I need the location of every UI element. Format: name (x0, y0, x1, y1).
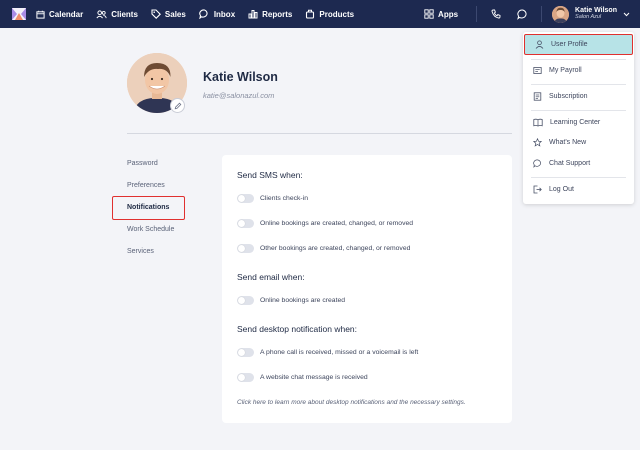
nav-reports-label: Reports (262, 9, 293, 19)
star-icon (533, 137, 542, 147)
menu-item-my-payroll[interactable]: My Payroll (523, 60, 634, 80)
phone-button[interactable] (486, 4, 506, 24)
menu-item-chat-support[interactable]: Chat Support (523, 153, 634, 173)
email-section-title: Send email when: (237, 272, 305, 282)
apps-grid-icon (424, 9, 434, 19)
apps-label: Apps (438, 9, 459, 19)
desktop-section-title: Send desktop notification when: (237, 324, 358, 334)
toggle-label: Online bookings are created, changed, or… (260, 220, 414, 227)
toggle-switch[interactable] (237, 194, 254, 203)
profile-email: katie@salonazul.com (203, 91, 275, 100)
menu-item-subscription[interactable]: Subscription (523, 86, 634, 106)
desktop-notifications-help-link[interactable]: Click here to learn more about desktop n… (237, 399, 466, 406)
phone-icon (491, 9, 501, 19)
logout-icon (533, 185, 542, 193)
sms-toggle-row-other-bookings[interactable]: Other bookings are created, changed, or … (237, 244, 410, 253)
highlight-box-notifications (112, 196, 185, 220)
menu-item-label: User Profile (551, 41, 588, 48)
menu-item-log-out[interactable]: Log Out (523, 179, 634, 199)
chat-button[interactable] (512, 4, 532, 24)
toggle-switch[interactable] (237, 373, 254, 382)
products-icon (306, 9, 315, 19)
menu-item-label: Chat Support (549, 159, 591, 167)
nav-calendar-label: Calendar (49, 9, 84, 19)
notifications-card: Send SMS when: Clients check-in Online b… (222, 155, 512, 423)
sms-toggle-row-check-in[interactable]: Clients check-in (237, 194, 308, 203)
menu-item-learning-center[interactable]: Learning Center (523, 112, 634, 132)
desktop-toggle-row-website-chat[interactable]: A website chat message is received (237, 373, 368, 382)
sms-toggle-row-online-bookings[interactable]: Online bookings are created, changed, or… (237, 219, 413, 228)
inbox-icon (199, 9, 208, 19)
profile-divider (127, 133, 512, 134)
menu-separator (531, 84, 626, 85)
bar-chart-icon (248, 10, 258, 19)
user-menu-toggle[interactable]: Katie Wilson Salon Azul (552, 5, 630, 23)
side-item-preferences[interactable]: Preferences (127, 182, 165, 189)
app-logo-icon[interactable] (12, 8, 26, 20)
nav-products[interactable]: Products (305, 0, 354, 28)
side-item-password[interactable]: Password (127, 160, 158, 167)
toggle-switch[interactable] (237, 244, 254, 253)
toggle-switch[interactable] (237, 219, 254, 228)
nav-inbox-label: Inbox (213, 9, 236, 19)
nav-reports[interactable]: Reports (248, 0, 292, 28)
nav-calendar[interactable]: Calendar (36, 0, 83, 28)
menu-item-whats-new[interactable]: What's New (523, 132, 634, 152)
sms-section-title: Send SMS when: (237, 170, 303, 180)
menu-item-label: Learning Center (550, 118, 601, 126)
toggle-label: Clients check-in (260, 195, 308, 202)
nav-sales[interactable]: Sales (151, 0, 186, 28)
pencil-icon (174, 102, 181, 109)
toggle-switch[interactable] (237, 296, 254, 305)
user-names: Katie Wilson Salon Azul (575, 7, 617, 20)
menu-separator (531, 177, 626, 178)
apps-button[interactable]: Apps (424, 9, 458, 19)
nav-sales-label: Sales (164, 9, 186, 19)
toggle-switch[interactable] (237, 348, 254, 357)
side-item-services[interactable]: Services (127, 248, 154, 255)
avatar (552, 5, 570, 23)
book-icon (533, 118, 543, 126)
nav-clients-label: Clients (111, 9, 138, 19)
edit-avatar-button[interactable] (170, 98, 185, 113)
toggle-label: A phone call is received, missed or a vo… (260, 349, 419, 356)
nav-salon-name: Salon Azul (575, 13, 602, 20)
nav-inbox[interactable]: Inbox (199, 0, 235, 28)
menu-separator (531, 110, 626, 111)
nav-products-label: Products (319, 9, 355, 19)
user-icon (535, 40, 544, 49)
profile-name: Katie Wilson (203, 70, 278, 84)
desktop-toggle-row-phone-call[interactable]: A phone call is received, missed or a vo… (237, 348, 418, 357)
menu-item-user-profile[interactable]: User Profile (524, 34, 633, 55)
calendar-icon (36, 10, 45, 19)
top-nav: Calendar Clients Sales Inbox Reports Pro… (0, 0, 640, 28)
user-dropdown-menu: User Profile My Payroll Subscription Lea… (523, 32, 634, 204)
side-item-work-schedule[interactable]: Work Schedule (127, 226, 174, 233)
subscription-icon (533, 91, 542, 101)
nav-separator (476, 6, 478, 22)
nav-clients[interactable]: Clients (96, 0, 138, 28)
chat-bubble-icon (516, 9, 527, 20)
payroll-icon (533, 66, 542, 74)
chat-icon (533, 159, 541, 168)
nav-separator-2 (541, 6, 543, 22)
tag-icon (151, 9, 161, 19)
toggle-label: A website chat message is received (260, 374, 368, 381)
chevron-down-icon (623, 12, 630, 16)
menu-item-label: Log Out (549, 185, 574, 193)
menu-item-label: What's New (549, 138, 587, 146)
toggle-label: Online bookings are created (260, 297, 346, 304)
nav-right: Apps Katie Wilson Salon Azul (424, 0, 640, 28)
toggle-label: Other bookings are created, changed, or … (260, 245, 411, 252)
clients-icon (96, 9, 107, 18)
menu-item-label: My Payroll (549, 66, 582, 74)
email-toggle-row-online-bookings[interactable]: Online bookings are created (237, 296, 345, 305)
menu-item-label: Subscription (549, 92, 588, 100)
